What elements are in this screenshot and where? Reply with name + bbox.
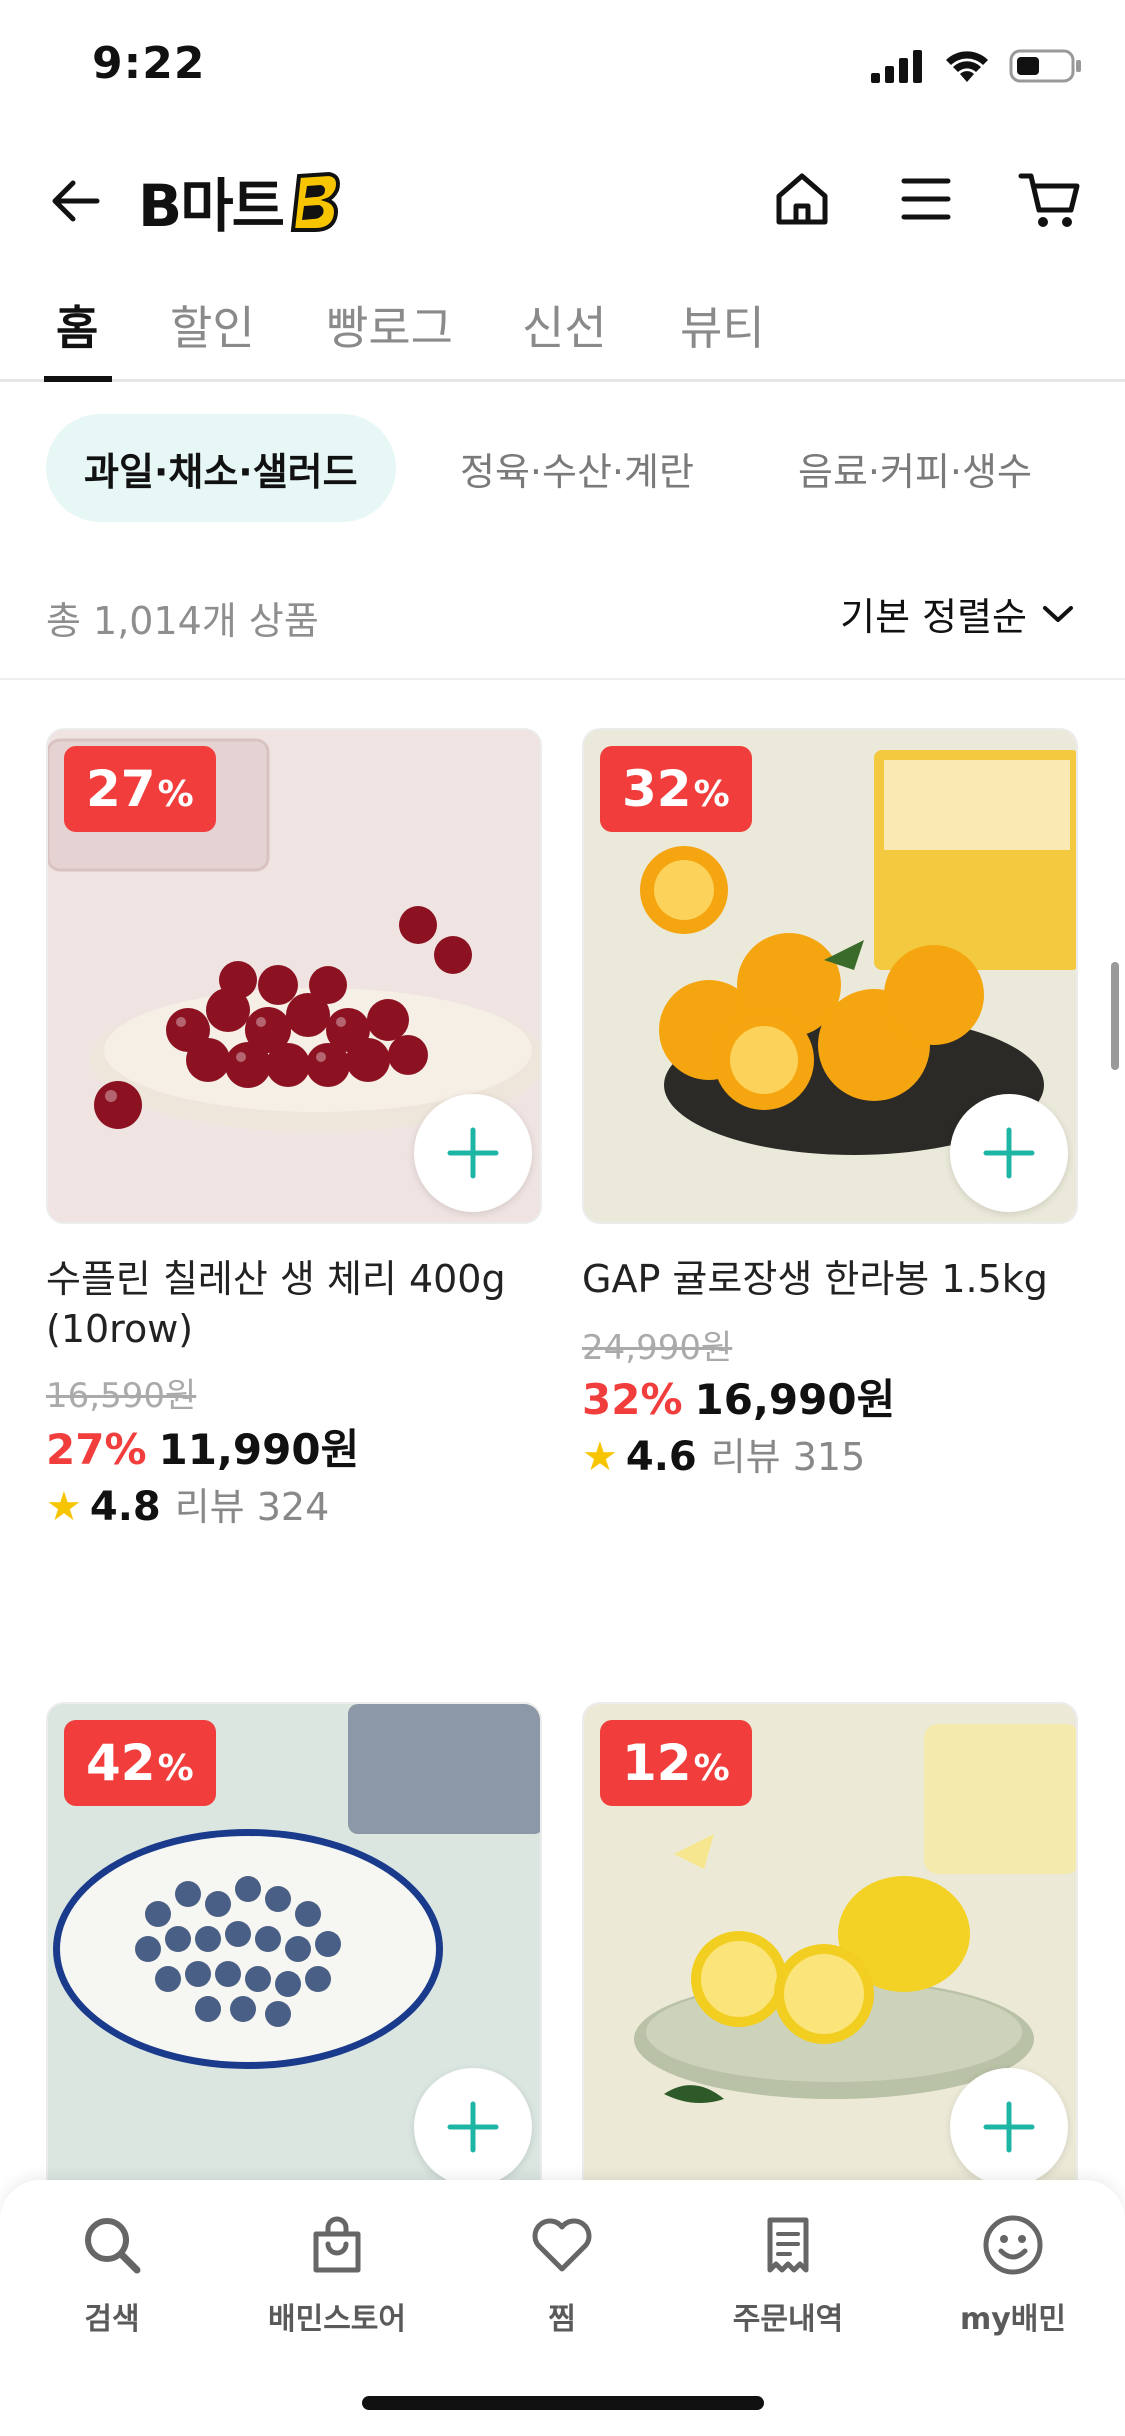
cellular-signal-icon	[871, 50, 922, 83]
nav-orders[interactable]: 주문내역	[678, 2210, 898, 2338]
tab-bread-log[interactable]: 빵로그	[326, 292, 453, 358]
wifi-icon	[946, 51, 988, 82]
price-row: 27% 11,990원	[46, 1416, 359, 1477]
discount-badge: 27%	[64, 746, 216, 832]
status-time: 9:22	[92, 38, 206, 89]
status-icons	[869, 48, 1083, 84]
battery-icon	[1009, 49, 1081, 83]
home-button[interactable]	[767, 164, 837, 234]
tab-discount[interactable]: 할인	[170, 292, 255, 358]
nav-label: 배민스토어	[268, 2302, 406, 2337]
home-icon	[776, 173, 828, 225]
logo-text: B마트	[138, 172, 285, 240]
star-icon: ★	[46, 1484, 82, 1530]
plus-icon	[983, 2101, 1035, 2153]
rating-row: ★ 4.8 리뷰 324	[46, 1476, 329, 1531]
price-row: 32% 16,990원	[582, 1366, 895, 1427]
plus-icon	[447, 2101, 499, 2153]
add-to-cart-button[interactable]	[950, 2068, 1068, 2186]
nav-search[interactable]: 검색	[2, 2210, 222, 2338]
back-arrow-icon	[52, 180, 100, 222]
product-card[interactable]: 12%	[582, 1702, 1078, 2198]
product-card[interactable]: 27% 수플린 칠레산 생 체리 400g (10row) 16,590원 27…	[46, 728, 542, 1531]
chip-meat-seafood-egg[interactable]: 정육·수산·계란	[460, 414, 694, 522]
status-bar: 9:22	[0, 0, 1125, 132]
rating-value: 4.8	[89, 1484, 161, 1530]
nav-my-baemin[interactable]: my배민	[903, 2210, 1123, 2338]
smiley-face-icon	[983, 2215, 1043, 2275]
plus-icon	[447, 1127, 499, 1179]
shopping-bag-icon	[313, 2216, 361, 2273]
bmart-logo[interactable]: B마트	[138, 166, 343, 240]
product-image[interactable]: 32%	[582, 728, 1078, 1224]
app-header: B마트	[0, 150, 1125, 250]
subcategory-chips: 과일·채소·샐러드 정육·수산·계란 음료·커피·생수	[0, 414, 1125, 524]
receipt-icon	[767, 2217, 809, 2273]
review-count: 리뷰 324	[174, 1485, 330, 1529]
add-to-cart-button[interactable]	[414, 1094, 532, 1212]
heart-icon	[532, 2218, 592, 2272]
add-to-cart-button[interactable]	[414, 2068, 532, 2186]
search-icon	[85, 2218, 141, 2274]
original-price: 24,990원	[582, 1328, 733, 1368]
nav-favorites[interactable]: 찜	[452, 2210, 672, 2338]
nav-label: my배민	[959, 2302, 1066, 2337]
discount-badge: 42%	[64, 1720, 216, 1806]
chip-fruit-veg-salad[interactable]: 과일·채소·샐러드	[46, 414, 396, 522]
product-name[interactable]: 수플린 칠레산 생 체리 400g (10row)	[46, 1254, 566, 1354]
discount-rate: 27%	[46, 1425, 147, 1474]
product-card[interactable]: 42%	[46, 1702, 542, 2198]
nav-label: 주문내역	[732, 2302, 844, 2337]
product-image[interactable]: 42%	[46, 1702, 542, 2198]
sale-price: 16,990원	[694, 1375, 896, 1424]
cart-icon	[1018, 173, 1080, 227]
category-tabs: 홈 할인 빵로그 신선 뷰티	[0, 284, 1125, 382]
plus-icon	[983, 1127, 1035, 1179]
product-image[interactable]: 27%	[46, 728, 542, 1224]
back-button[interactable]	[42, 168, 108, 234]
nav-label: 찜	[548, 2302, 576, 2337]
nav-label: 검색	[84, 2302, 140, 2337]
menu-button[interactable]	[891, 164, 961, 234]
product-name[interactable]: GAP 귤로장생 한라봉 1.5kg	[582, 1254, 1102, 1304]
sale-price: 11,990원	[158, 1425, 360, 1474]
logo-b-emblem-icon	[290, 171, 340, 232]
discount-rate: 32%	[582, 1375, 683, 1424]
tab-beauty[interactable]: 뷰티	[680, 292, 765, 358]
sort-dropdown[interactable]: 기본 정렬순	[840, 586, 1075, 641]
nav-baemin-store[interactable]: 배민스토어	[227, 2210, 447, 2338]
tab-fresh[interactable]: 신선	[522, 292, 607, 358]
original-price: 16,590원	[46, 1376, 197, 1416]
add-to-cart-button[interactable]	[950, 1094, 1068, 1212]
rating-value: 4.6	[625, 1434, 697, 1480]
listing-toolbar: 총 1,014개 상품 기본 정렬순	[0, 580, 1125, 680]
discount-badge: 32%	[600, 746, 752, 832]
product-count: 총 1,014개 상품	[46, 599, 319, 643]
home-indicator[interactable]	[362, 2396, 764, 2410]
active-tab-underline	[44, 376, 112, 382]
discount-badge: 12%	[600, 1720, 752, 1806]
chip-beverage-coffee-water[interactable]: 음료·커피·생수	[798, 414, 1032, 522]
sort-label: 기본 정렬순	[840, 595, 1027, 639]
product-card[interactable]: 32% GAP 귤로장생 한라봉 1.5kg 24,990원 32% 16,99…	[582, 728, 1078, 1528]
rating-row: ★ 4.6 리뷰 315	[582, 1426, 865, 1481]
review-count: 리뷰 315	[710, 1435, 866, 1479]
menu-icon	[901, 178, 951, 220]
star-icon: ★	[582, 1434, 618, 1480]
header-actions	[767, 164, 1085, 234]
tab-home[interactable]: 홈	[56, 292, 98, 358]
product-image[interactable]: 12%	[582, 1702, 1078, 2198]
chevron-down-icon	[1043, 605, 1073, 622]
cart-button[interactable]	[1015, 164, 1085, 234]
scroll-indicator[interactable]	[1111, 962, 1119, 1070]
